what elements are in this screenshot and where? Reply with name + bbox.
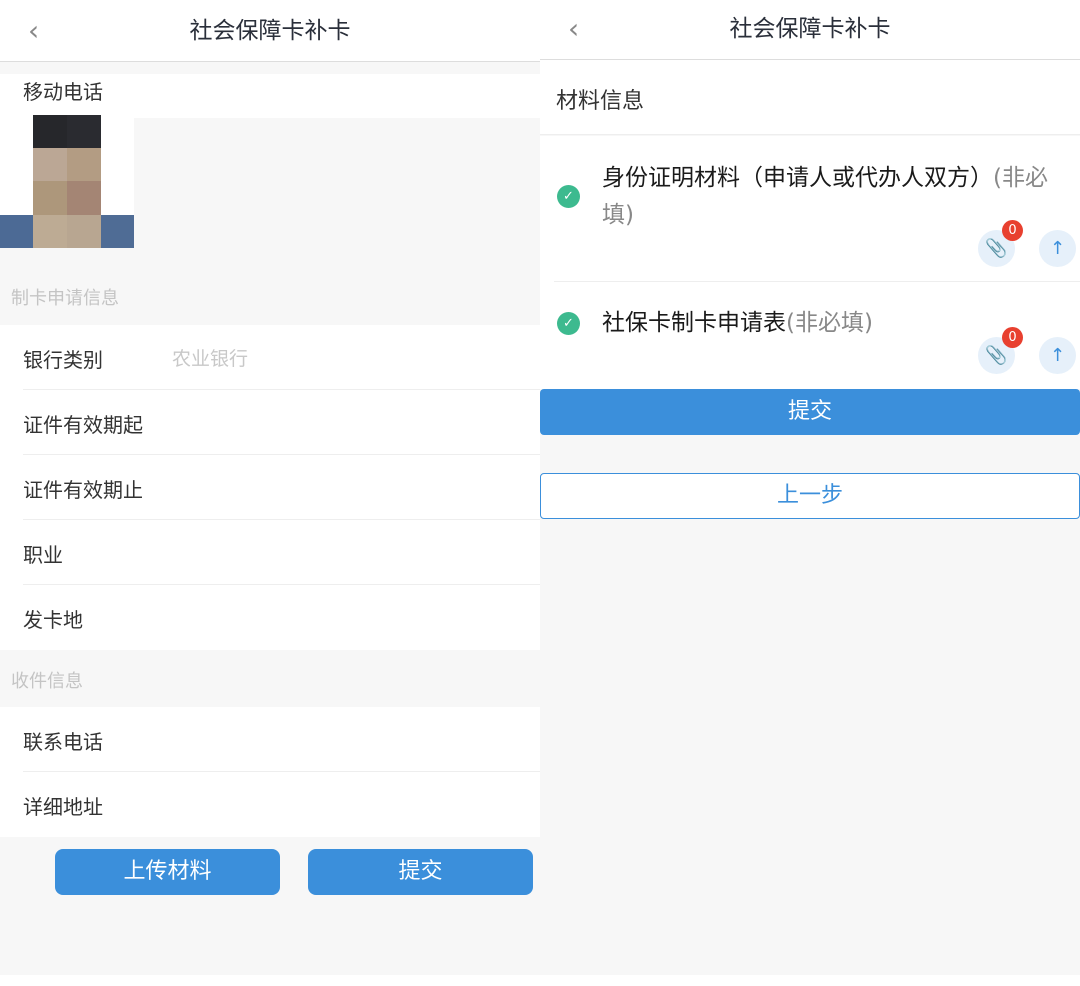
section-delivery-info: 收件信息 — [11, 671, 83, 692]
page-title: 社会保障卡补卡 — [729, 16, 891, 42]
upload-materials-button[interactable]: 上传材料 — [55, 849, 280, 895]
issue-place-field[interactable]: 发卡地 — [0, 585, 540, 650]
address-field[interactable]: 详细地址 — [0, 772, 540, 837]
header: ‹ 社会保障卡补卡 — [540, 0, 1080, 60]
contact-phone-field[interactable]: 联系电话 — [0, 707, 540, 772]
submit-button[interactable]: 提交 — [540, 389, 1080, 435]
submit-button[interactable]: 提交 — [308, 849, 533, 895]
material-item: ✓ 身份证明材料（申请人或代办人双方）(非必填) 📎 0 ↑ — [540, 136, 1080, 282]
check-icon: ✓ — [557, 185, 580, 208]
material-item: ✓ 社保卡制卡申请表(非必填) 📎 0 ↑ — [540, 282, 1080, 389]
back-icon[interactable]: ‹ — [28, 0, 39, 62]
field-label: 发卡地 — [23, 608, 83, 632]
occupation-field[interactable]: 职业 — [0, 520, 540, 585]
previous-step-button[interactable]: 上一步 — [540, 473, 1080, 519]
check-icon: ✓ — [557, 312, 580, 335]
field-label: 证件有效期止 — [23, 478, 143, 502]
page-title: 社会保障卡补卡 — [189, 18, 351, 44]
section-title: 材料信息 — [556, 89, 645, 114]
id-valid-from-field[interactable]: 证件有效期起 — [0, 390, 540, 455]
header: ‹ 社会保障卡补卡 — [0, 0, 540, 62]
attachment-icon[interactable]: 📎 0 — [978, 327, 1023, 374]
id-photo — [0, 115, 134, 248]
section-card-info: 制卡申请信息 — [11, 288, 119, 309]
attachment-icon[interactable]: 📎 0 — [978, 220, 1023, 267]
right-screen: ‹ 社会保障卡补卡 材料信息 ✓ 身份证明材料（申请人或代办人双方）(非必填) … — [540, 0, 1080, 975]
material-title: 社保卡制卡申请表 — [602, 310, 786, 336]
attachment-count-badge: 0 — [1002, 327, 1023, 348]
bank-type-field[interactable]: 银行类别 农业银行 — [0, 325, 540, 390]
attachment-count-badge: 0 — [1002, 220, 1023, 241]
back-icon[interactable]: ‹ — [568, 0, 579, 58]
bank-type-value: 农业银行 — [172, 348, 249, 370]
field-label: 职业 — [23, 543, 63, 567]
field-label: 证件有效期起 — [23, 413, 143, 437]
field-label: 详细地址 — [23, 795, 103, 819]
mobile-row: 移动电话 — [0, 74, 540, 118]
upload-icon[interactable]: ↑ — [1039, 337, 1076, 374]
upload-icon[interactable]: ↑ — [1039, 230, 1076, 267]
id-valid-to-field[interactable]: 证件有效期止 — [0, 455, 540, 520]
field-label: 银行类别 — [23, 348, 103, 372]
material-title: 身份证明材料（申请人或代办人双方） — [602, 165, 993, 191]
field-label: 联系电话 — [23, 730, 103, 754]
optional-label: (非必填) — [786, 310, 873, 336]
mobile-label: 移动电话 — [23, 80, 103, 104]
left-screen: ‹ 社会保障卡补卡 移动电话 制卡申请信息 银行类别 农业银行 证件有效期起 证件… — [0, 0, 540, 975]
materials-section-header: 材料信息 — [540, 60, 1080, 135]
